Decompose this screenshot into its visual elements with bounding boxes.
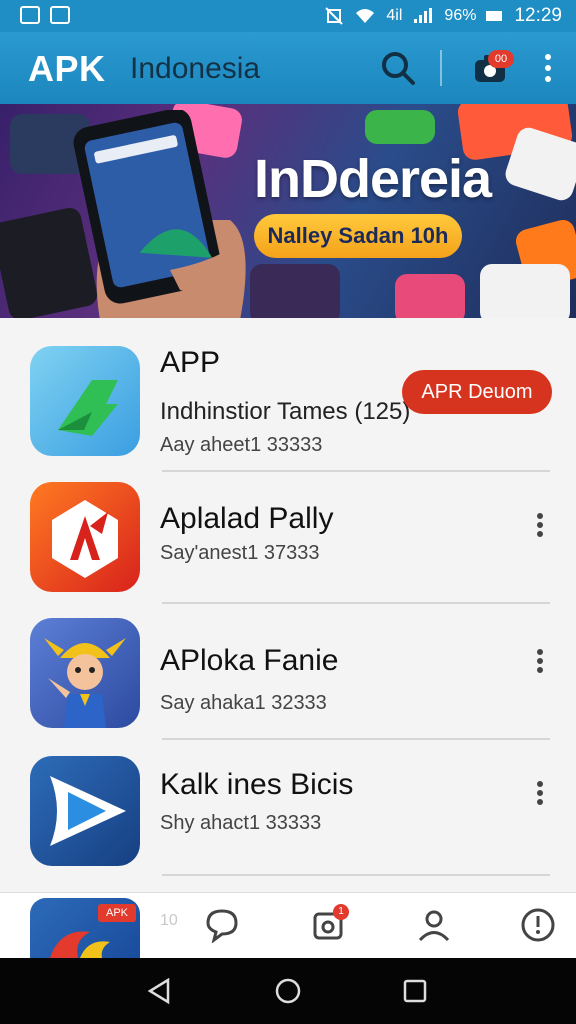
message-icon xyxy=(50,6,70,24)
brand-logo: APK xyxy=(28,48,106,89)
more-vert-icon[interactable] xyxy=(528,510,552,542)
app-name: Kalk ines Bicis xyxy=(160,768,354,801)
status-right: 4il 96% 12:29 xyxy=(324,5,562,27)
phone-in-hand-illustration xyxy=(73,110,246,318)
app-meta: Aay aheet1 33333 xyxy=(160,434,323,456)
install-button[interactable]: APR Deuom xyxy=(402,370,552,414)
app-meta: Shy ahact1 33333 xyxy=(160,812,322,834)
signal-text: 4il xyxy=(386,7,403,24)
search-icon[interactable] xyxy=(378,48,418,88)
home-icon[interactable] xyxy=(273,976,303,1006)
battery-icon xyxy=(486,11,503,21)
battery-text: 96% xyxy=(444,7,477,24)
promo-banner[interactable]: InDdereia Nalley Sadan 10h xyxy=(0,104,576,318)
list-item[interactable]: APP Indhinstior Tames (125) Aay aheet1 3… xyxy=(0,338,576,472)
banner-tile xyxy=(480,264,570,318)
status-bar: 4il 96% 12:29 xyxy=(0,0,576,32)
app-bar: APK Indonesia xyxy=(0,32,576,104)
system-navigation-bar xyxy=(0,958,576,1024)
app-name: APloka Fanie xyxy=(160,644,339,677)
app-name: Aplalad Pally xyxy=(160,502,334,535)
app-icon-viking-character xyxy=(30,618,140,728)
appbar-divider xyxy=(440,50,442,86)
more-vert-icon[interactable] xyxy=(528,646,552,678)
list-item[interactable]: Kalk ines Bicis Shy ahact1 33333 xyxy=(0,742,576,876)
status-left-icons xyxy=(20,6,70,24)
more-vert-icon[interactable] xyxy=(528,48,568,88)
app-meta: Say'anest1 37333 xyxy=(160,542,320,564)
chat-icon[interactable] xyxy=(204,907,240,944)
app-title: Indonesia xyxy=(130,52,261,85)
banner-tile xyxy=(250,264,340,318)
profile-icon[interactable] xyxy=(416,907,452,943)
row-divider xyxy=(162,602,550,604)
clock: 12:29 xyxy=(514,5,562,26)
app-icon-arrow xyxy=(30,346,140,456)
back-icon[interactable] xyxy=(144,976,174,1006)
notification-badge: 00 xyxy=(488,50,514,68)
more-vert-icon[interactable] xyxy=(528,778,552,810)
mute-icon xyxy=(325,7,344,25)
banner-title: InDdereia xyxy=(254,149,492,209)
app-icon-letter-a xyxy=(30,482,140,592)
app-icon-play xyxy=(30,756,140,866)
banner-tile xyxy=(365,110,435,144)
row-divider xyxy=(162,874,550,876)
peek-app-icon[interactable]: APK xyxy=(30,898,140,958)
list-item[interactable]: APloka Fanie Say ahaka1 32333 xyxy=(0,606,576,740)
wifi-icon xyxy=(356,9,375,23)
list-item[interactable]: Aplalad Pally Say'anest1 37333 xyxy=(0,472,576,606)
app-meta: Say ahaka1 32333 xyxy=(160,692,327,714)
inbox-badge: 1 xyxy=(333,904,349,920)
recents-icon[interactable] xyxy=(400,976,430,1006)
banner-tile xyxy=(395,274,465,318)
more-circle-icon[interactable] xyxy=(520,907,556,943)
peek-number: 10 xyxy=(160,912,178,929)
signal-icon xyxy=(414,8,433,23)
notification-icon xyxy=(20,6,40,24)
app-name: APP xyxy=(160,346,221,379)
banner-pill-button[interactable]: Nalley Sadan 10h xyxy=(254,214,462,258)
row-divider xyxy=(162,738,550,740)
app-subtitle: Indhinstior Tames (125) xyxy=(160,398,411,425)
app-list: APP Indhinstior Tames (125) Aay aheet1 3… xyxy=(0,318,576,892)
